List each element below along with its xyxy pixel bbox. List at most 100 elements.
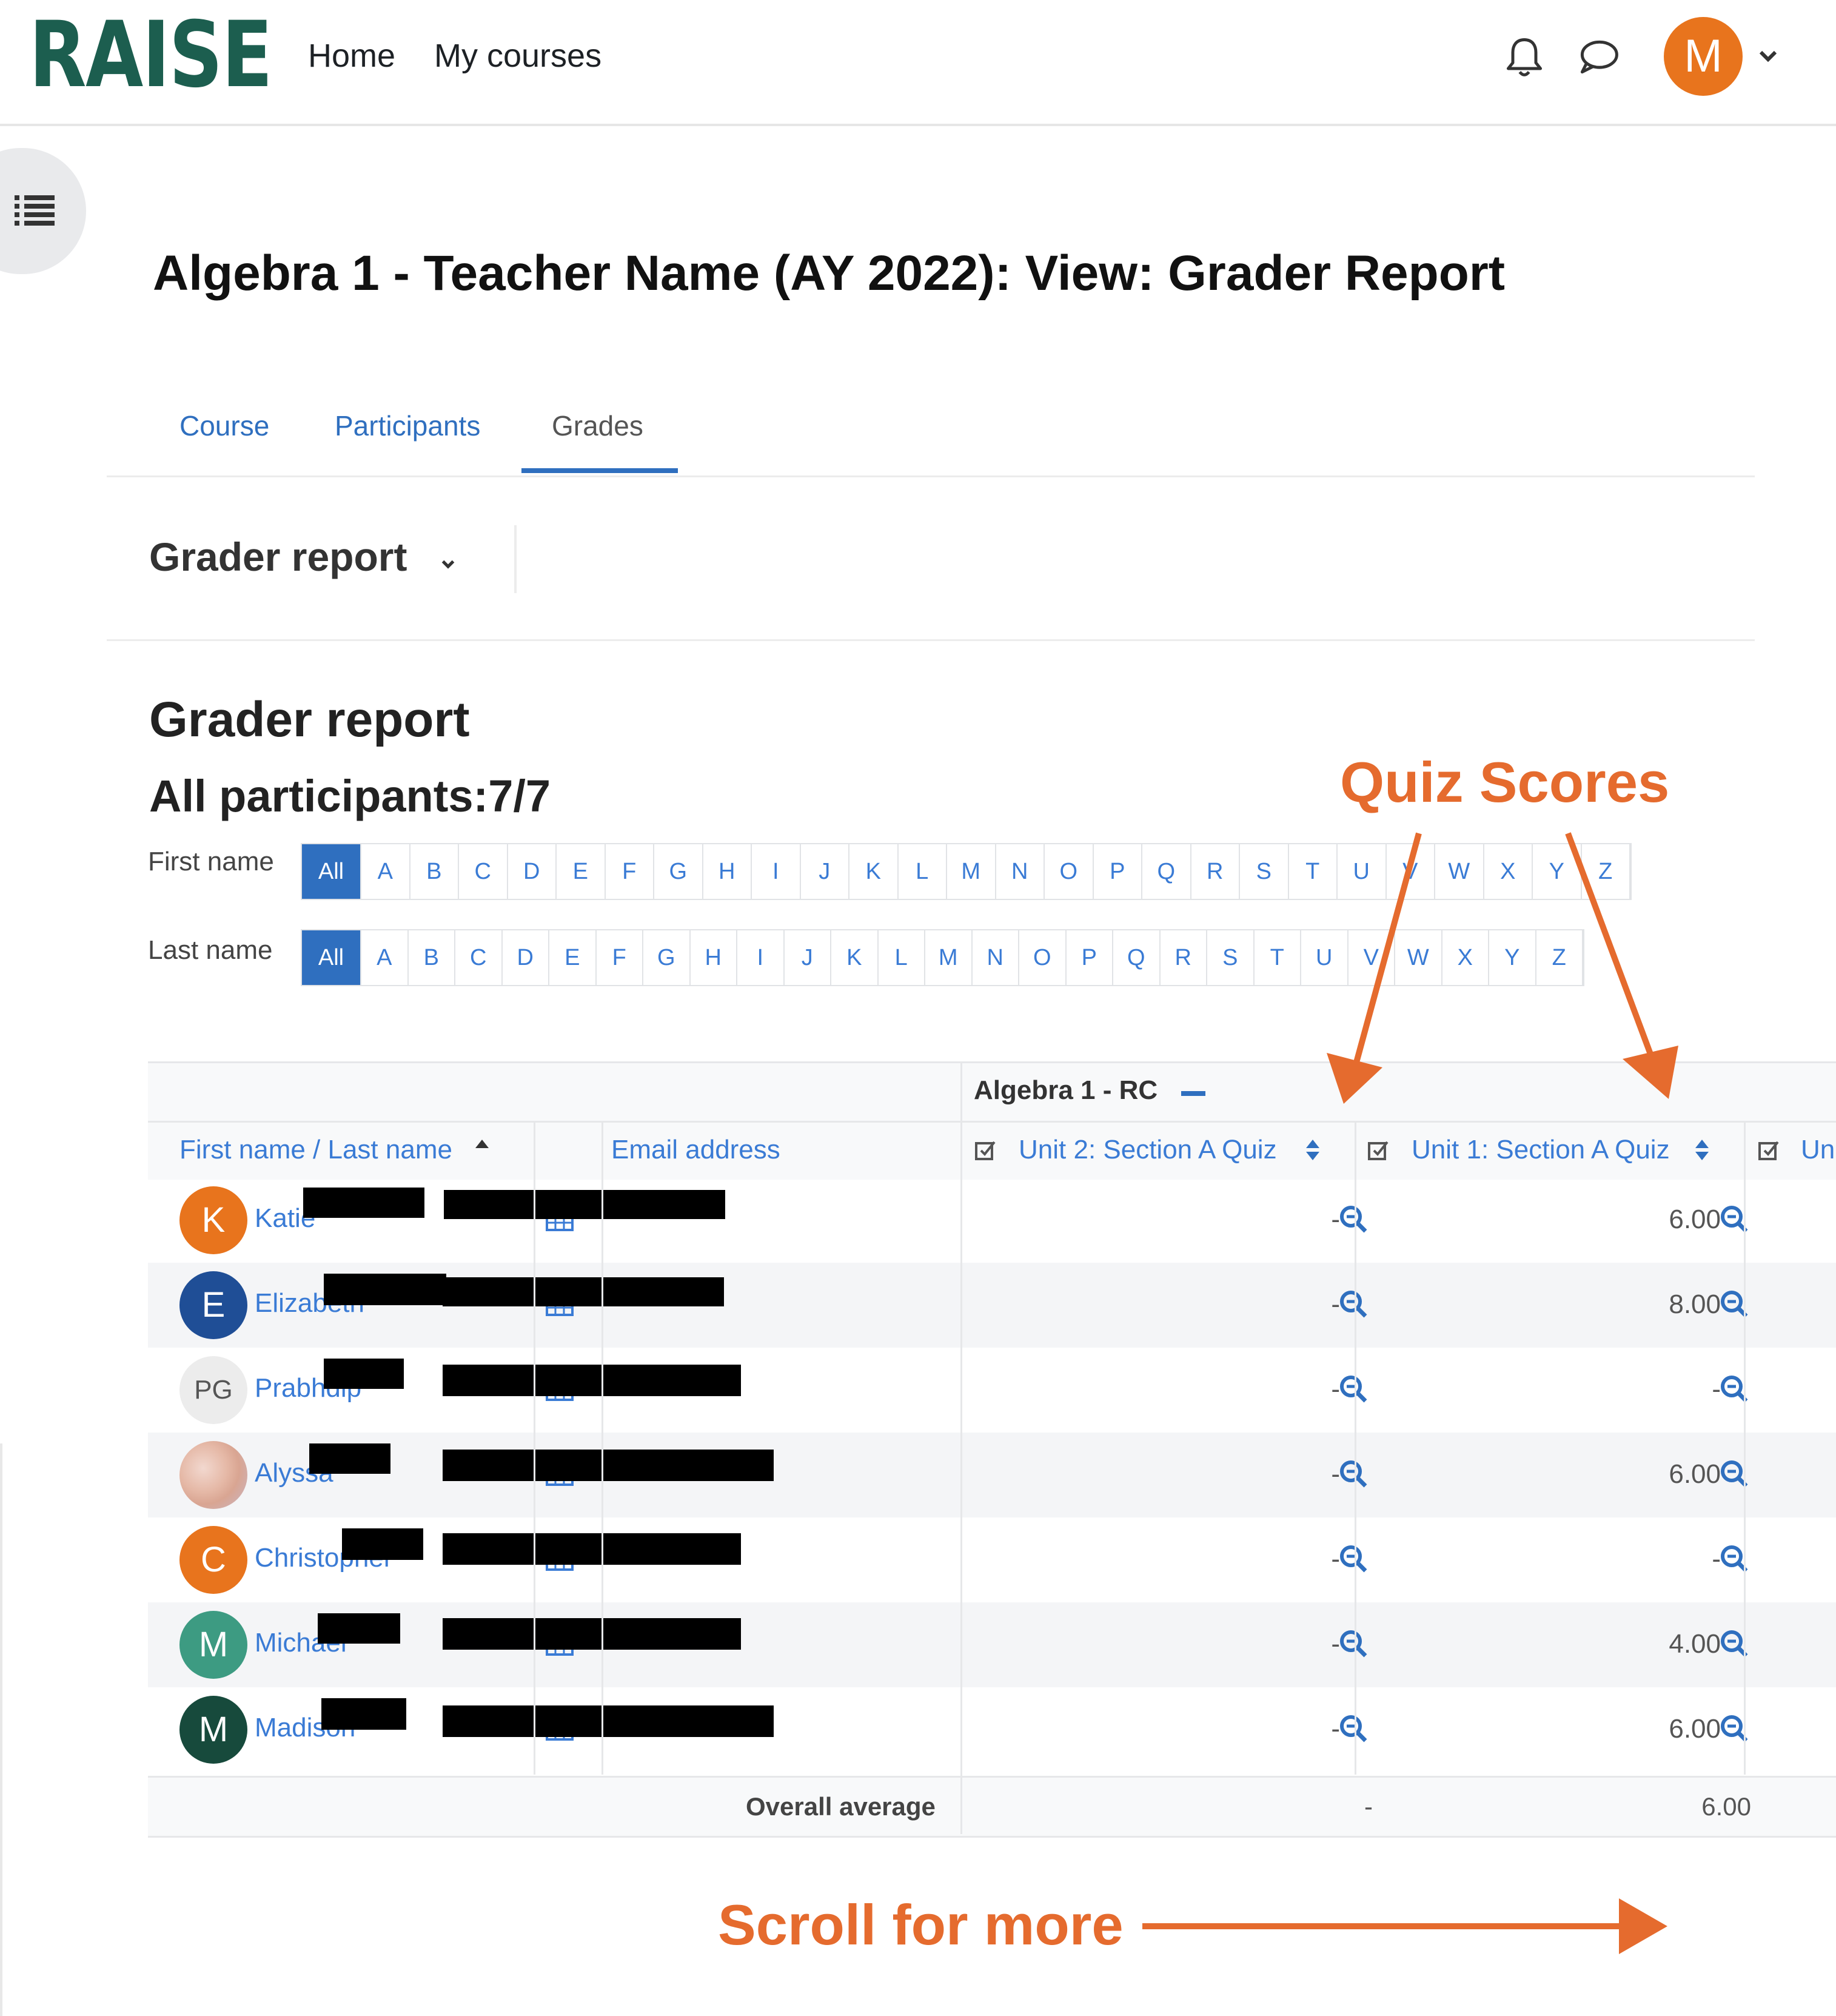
avatar[interactable]: E [179, 1271, 247, 1339]
column-header-row: First name / Last name Email address Uni… [148, 1121, 1836, 1180]
initial-t[interactable]: T [1289, 844, 1338, 899]
initial-f[interactable]: F [606, 844, 654, 899]
tab-grades[interactable]: Grades [552, 395, 643, 456]
column-header-email[interactable]: Email address [611, 1135, 780, 1165]
arrowhead [1619, 1898, 1667, 1954]
initial-s[interactable]: S [1240, 844, 1289, 899]
initial-e[interactable]: E [549, 930, 597, 985]
messages-icon[interactable] [1575, 34, 1621, 80]
initial-o[interactable]: O [1019, 930, 1067, 985]
initial-x[interactable]: X [1442, 930, 1489, 985]
chevron-down-icon[interactable] [1756, 44, 1780, 68]
avatar[interactable]: PG [179, 1356, 247, 1424]
zoom-analysis-icon[interactable] [1339, 1374, 1369, 1405]
initial-r[interactable]: R [1191, 844, 1240, 899]
column-header-name[interactable]: First name / Last name [179, 1135, 452, 1165]
tab-participants[interactable]: Participants [335, 395, 480, 456]
initial-j[interactable]: J [801, 844, 849, 899]
initial-r[interactable]: R [1161, 930, 1207, 985]
bell-icon[interactable] [1501, 34, 1547, 80]
initial-m[interactable]: M [925, 930, 973, 985]
avatar[interactable]: K [179, 1186, 247, 1254]
initial-c[interactable]: C [455, 930, 503, 985]
initial-g[interactable]: G [643, 930, 691, 985]
zoom-analysis-icon[interactable] [1339, 1714, 1369, 1744]
initial-u[interactable]: U [1301, 930, 1349, 985]
avatar[interactable]: C [179, 1526, 247, 1594]
initial-v[interactable]: V [1387, 844, 1435, 899]
nav-link-home[interactable]: Home [308, 32, 395, 80]
grade-value: 6.00 [1669, 1459, 1721, 1489]
sort-icon[interactable] [1304, 1136, 1322, 1164]
report-selector[interactable]: Grader report [149, 534, 407, 580]
initial-p[interactable]: P [1067, 930, 1113, 985]
initial-p[interactable]: P [1094, 844, 1142, 899]
initial-g[interactable]: G [654, 844, 703, 899]
initial-v[interactable]: V [1349, 930, 1395, 985]
initial-s[interactable]: S [1207, 930, 1255, 985]
initial-b[interactable]: B [410, 844, 459, 899]
edit-icon[interactable] [1757, 1138, 1781, 1163]
site-logo[interactable]: RAISE [29, 4, 273, 107]
column-divider [1355, 1121, 1356, 1775]
initial-a[interactable]: A [361, 844, 410, 899]
initial-all[interactable]: All [302, 844, 361, 899]
initial-w[interactable]: W [1435, 844, 1484, 899]
initial-y[interactable]: Y [1489, 930, 1536, 985]
zoom-analysis-icon[interactable] [1339, 1629, 1369, 1659]
initial-i[interactable]: I [737, 930, 785, 985]
avatar[interactable] [179, 1441, 247, 1509]
zoom-analysis-icon[interactable] [1339, 1205, 1369, 1235]
edit-icon[interactable] [974, 1138, 998, 1163]
zoom-analysis-icon[interactable] [1339, 1459, 1369, 1490]
initial-k[interactable]: K [849, 844, 899, 899]
avatar[interactable]: M [179, 1696, 247, 1764]
initial-b[interactable]: B [409, 930, 455, 985]
initial-u[interactable]: U [1338, 844, 1387, 899]
initial-d[interactable]: D [503, 930, 549, 985]
grade-value: - [1331, 1544, 1340, 1574]
initial-a[interactable]: A [361, 930, 409, 985]
column-header-quiz-unit1[interactable]: Unit 1: Section A Quiz [1412, 1135, 1670, 1165]
initial-i[interactable]: I [752, 844, 801, 899]
sort-asc-icon[interactable] [473, 1134, 491, 1161]
initial-q[interactable]: Q [1113, 930, 1161, 985]
initial-w[interactable]: W [1395, 930, 1442, 985]
grade-value: - [1331, 1714, 1340, 1744]
initial-y[interactable]: Y [1533, 844, 1582, 899]
initial-n[interactable]: N [996, 844, 1045, 899]
column-header-quiz-unit2[interactable]: Unit 2: Section A Quiz [1019, 1135, 1277, 1165]
initial-x[interactable]: X [1484, 844, 1533, 899]
initial-z[interactable]: Z [1582, 844, 1630, 899]
initial-t[interactable]: T [1255, 930, 1301, 985]
chevron-down-icon[interactable] [438, 553, 458, 574]
initial-l[interactable]: L [879, 930, 925, 985]
grade-value: - [1712, 1544, 1721, 1574]
initial-o[interactable]: O [1045, 844, 1094, 899]
initial-q[interactable]: Q [1142, 844, 1191, 899]
initial-h[interactable]: H [703, 844, 752, 899]
collapse-icon[interactable] [1181, 1091, 1205, 1096]
initial-f[interactable]: F [597, 930, 643, 985]
initial-c[interactable]: C [459, 844, 508, 899]
initial-d[interactable]: D [508, 844, 557, 899]
initial-h[interactable]: H [691, 930, 737, 985]
initial-all[interactable]: All [302, 930, 361, 985]
initial-j[interactable]: J [785, 930, 831, 985]
avatar[interactable]: M [179, 1611, 247, 1679]
tab-course[interactable]: Course [179, 395, 269, 456]
zoom-analysis-icon[interactable] [1339, 1289, 1369, 1320]
initial-l[interactable]: L [899, 844, 947, 899]
zoom-analysis-icon[interactable] [1339, 1544, 1369, 1574]
initial-z[interactable]: Z [1536, 930, 1583, 985]
user-avatar[interactable]: M [1664, 17, 1743, 96]
sort-icon[interactable] [1693, 1136, 1711, 1164]
nav-link-my-courses[interactable]: My courses [434, 32, 601, 80]
edit-icon[interactable] [1367, 1138, 1391, 1163]
initial-e[interactable]: E [557, 844, 606, 899]
list-icon[interactable] [15, 193, 55, 227]
initial-n[interactable]: N [973, 930, 1019, 985]
initial-m[interactable]: M [947, 844, 996, 899]
column-header-quiz-next[interactable]: Un [1801, 1135, 1835, 1165]
initial-k[interactable]: K [831, 930, 879, 985]
